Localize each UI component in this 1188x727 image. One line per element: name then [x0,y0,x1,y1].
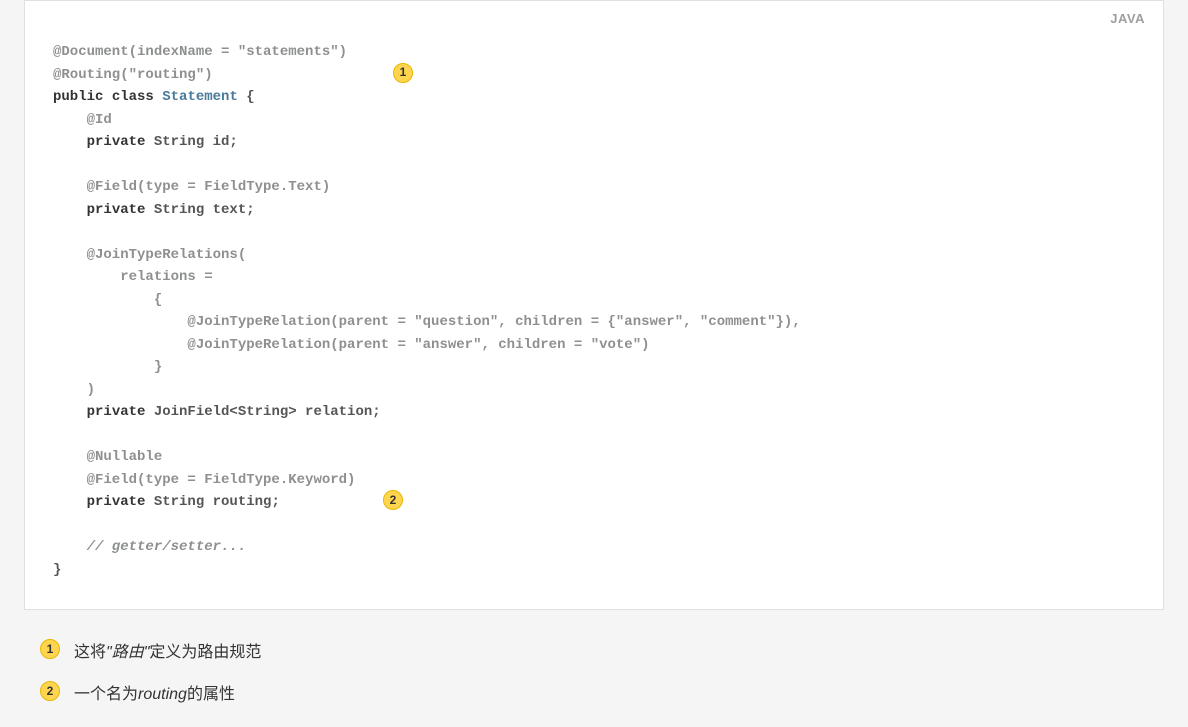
language-badge: JAVA [1110,11,1145,26]
code-token: @Nullable [53,449,162,465]
code-token: ) [53,382,95,398]
callout-item-2: 2 一个名为routing的属性 [40,680,1148,704]
code-block: JAVA @Document(indexName = "statements")… [24,0,1164,610]
code-token: class [112,89,154,105]
code-token: @JoinTypeRelation(parent = "question", c… [53,314,801,330]
code-token: { [238,89,255,105]
code-token: @Routing("routing") [53,67,213,83]
callout-list: 1 这将"路由"定义为路由规范 2 一个名为routing的属性 [40,638,1148,704]
code-token: String routing; [145,494,279,510]
code-token: } [53,359,162,375]
code-token: public [53,89,103,105]
code-token: @JoinTypeRelations( [53,247,246,263]
callout-marker-2: 2 [383,490,403,510]
code-token: @Field(type = FieldType.Text) [53,179,330,195]
code-token: relations = [53,269,213,285]
code-token: private [87,202,146,218]
code-token: Statement [162,89,238,105]
callout-text: 一个名为routing的属性 [74,680,235,704]
code-token: @Id [53,112,112,128]
code-token: private [87,404,146,420]
code-token: JoinField<String> relation; [145,404,380,420]
code-token: @Document(indexName = "statements") [53,44,347,60]
callout-marker-1: 1 [393,63,413,83]
callout-item-1: 1 这将"路由"定义为路由规范 [40,638,1148,662]
callout-badge: 1 [40,639,60,659]
callout-badge: 2 [40,681,60,701]
code-token: } [53,562,61,578]
code-token: String id; [145,134,237,150]
code-token: String text; [145,202,254,218]
callout-text: 这将"路由"定义为路由规范 [74,638,261,662]
code-token: @Field(type = FieldType.Keyword) [53,472,355,488]
code-token: @JoinTypeRelation(parent = "answer", chi… [53,337,650,353]
code-content: @Document(indexName = "statements") @Rout… [53,41,1135,581]
code-token: // getter/setter... [53,539,246,555]
code-token: private [87,134,146,150]
code-token: private [87,494,146,510]
code-token: { [53,292,162,308]
